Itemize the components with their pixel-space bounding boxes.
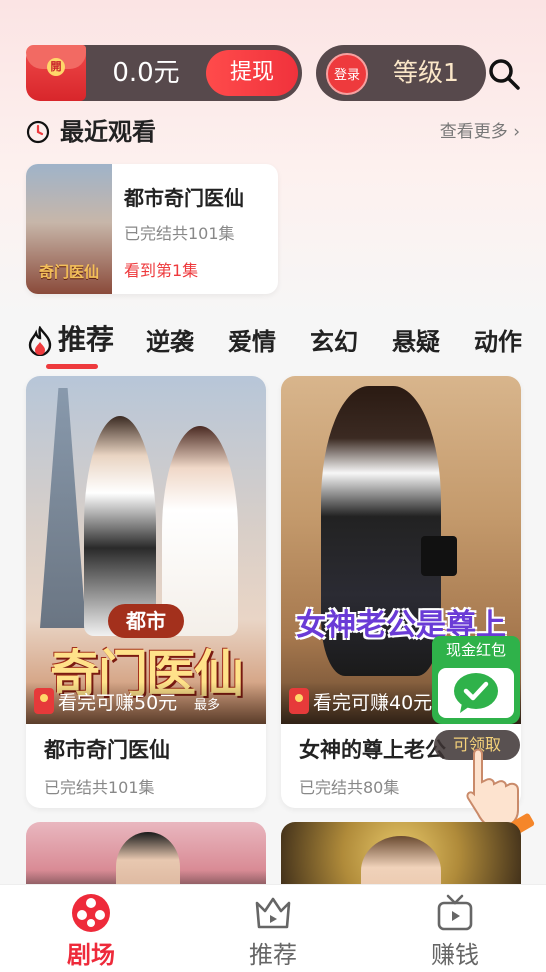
tab-action[interactable]: 动作 <box>474 320 522 364</box>
tab-comeback[interactable]: 逆袭 <box>146 320 194 364</box>
tab-mystery[interactable]: 悬疑 <box>392 320 440 364</box>
cash-redpacket-widget[interactable]: 现金红包 <box>432 636 520 726</box>
wechat-icon <box>454 673 498 713</box>
clock-icon <box>26 120 50 144</box>
red-envelope-icon[interactable]: 開 <box>26 45 86 101</box>
tab-recommend[interactable]: 推荐 <box>58 318 114 362</box>
red-envelope-icon <box>289 688 309 714</box>
cash-redpacket-label: 现金红包 <box>432 636 520 664</box>
film-reel-icon <box>72 894 110 932</box>
poster-actor <box>84 416 156 636</box>
drama-card[interactable]: 都市 奇门医仙 看完可赚50元 最多 都市奇门医仙 已完结共101集 <box>26 376 266 808</box>
envelope-seal: 開 <box>47 58 65 76</box>
withdraw-button[interactable]: 提现 <box>206 50 298 96</box>
level-label: 等级1 <box>393 58 459 87</box>
crown-play-icon <box>255 897 291 929</box>
nav-theater-label: 剧场 <box>67 941 115 969</box>
bottom-navigation: 剧场 推荐 赚钱 <box>0 884 546 972</box>
flame-icon <box>28 326 52 356</box>
nav-theater[interactable]: 剧场 <box>0 885 182 972</box>
recent-cover-logo: 奇门医仙 <box>38 263 99 281</box>
login-button[interactable]: 登录 <box>326 53 368 95</box>
active-tab-indicator <box>46 364 98 369</box>
nav-recommend-label: 推荐 <box>249 941 297 969</box>
recent-title: 最近观看 <box>60 118 156 146</box>
see-more-link[interactable]: 查看更多 › <box>440 114 520 150</box>
recent-item-progress: 看到第1集 <box>124 261 199 280</box>
earn-max-label: 最多 <box>194 698 221 713</box>
tv-play-icon <box>437 894 473 931</box>
recent-section-header: 最近观看 查看更多 › <box>26 114 520 150</box>
drama-episodes: 已完结共80集 <box>299 778 400 797</box>
earn-reward-text: 看完可赚50元 <box>58 692 178 714</box>
category-tabs: 推荐 逆袭 爱情 玄幻 悬疑 动作 <box>26 318 546 372</box>
nav-recommend[interactable]: 推荐 <box>182 885 364 972</box>
drama-poster: 都市 奇门医仙 看完可赚50元 最多 <box>26 376 266 724</box>
search-icon[interactable] <box>486 56 522 92</box>
drama-title: 都市奇门医仙 <box>44 738 170 762</box>
see-more-label: 查看更多 <box>439 122 508 142</box>
recent-item-card[interactable]: 奇门医仙 都市奇门医仙 已完结共101集 看到第1集 <box>26 164 278 294</box>
tab-fantasy[interactable]: 玄幻 <box>310 320 358 364</box>
drama-title: 女神的尊上老公 <box>299 738 446 762</box>
earn-reward-text: 看完可赚40元 <box>313 692 433 714</box>
tab-romance[interactable]: 爱情 <box>228 320 276 364</box>
nav-earn[interactable]: 赚钱 <box>364 885 546 972</box>
recent-item-cover: 奇门医仙 <box>26 164 112 294</box>
poster-subtitle: 都市 <box>108 604 184 638</box>
poster-handbag <box>421 536 457 576</box>
drama-episodes: 已完结共101集 <box>44 778 155 797</box>
recent-item-episodes: 已完结共101集 <box>124 224 235 243</box>
wallet-balance: 0.0元 <box>112 58 180 88</box>
nav-earn-label: 赚钱 <box>431 941 479 969</box>
wechat-box <box>432 664 520 724</box>
chevron-right-icon: › <box>507 122 520 142</box>
wechat-panel <box>438 668 514 718</box>
poster-skyscraper <box>40 388 86 628</box>
red-envelope-icon <box>34 688 54 714</box>
recent-item-name: 都市奇门医仙 <box>124 186 244 210</box>
